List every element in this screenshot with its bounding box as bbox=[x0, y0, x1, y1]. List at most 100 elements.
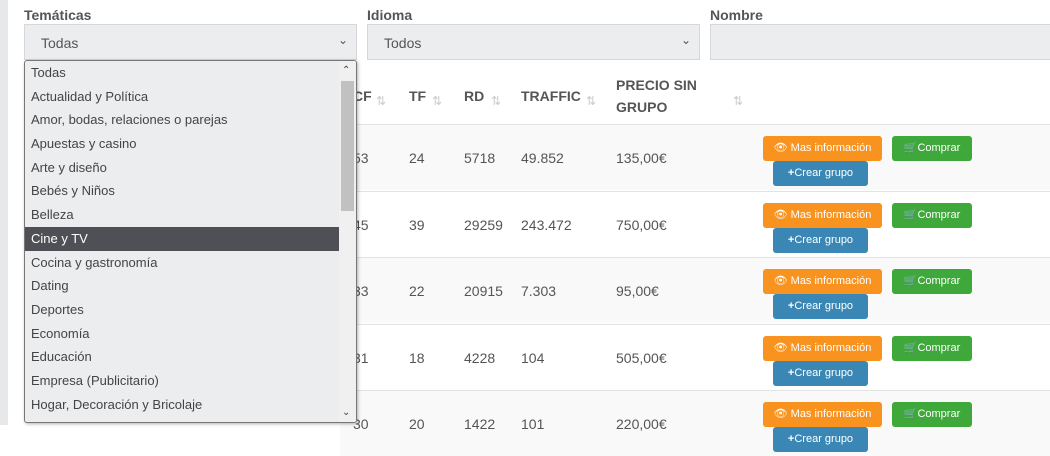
idioma-value: Todos bbox=[384, 35, 422, 51]
button-label: Mas información bbox=[790, 208, 872, 221]
table-row: 33 22 20915 7.303 95,00€ 👁 Mas informaci… bbox=[340, 257, 1050, 323]
table-row: 31 18 4228 104 505,00€ 👁 Mas información… bbox=[340, 323, 1050, 390]
mas-informacion-button[interactable]: 👁 Mas información bbox=[763, 269, 882, 294]
cell-tf: 22 bbox=[409, 283, 425, 299]
idioma-select[interactable]: Todos ⌄ bbox=[367, 24, 700, 60]
crear-grupo-button[interactable]: +Crear grupo bbox=[773, 294, 868, 319]
cell-precio: 505,00€ bbox=[616, 349, 667, 366]
button-label: Crear grupo bbox=[794, 300, 854, 312]
comprar-button[interactable]: 🛒Comprar bbox=[892, 202, 972, 228]
cell-precio: 95,00€ bbox=[616, 283, 659, 299]
header-rd[interactable]: RD bbox=[464, 88, 484, 104]
comprar-button[interactable]: 🛒Comprar bbox=[892, 136, 972, 161]
scrollbar-thumb[interactable] bbox=[341, 81, 354, 211]
sort-icon[interactable]: ⇅ bbox=[733, 94, 743, 108]
dropdown-option[interactable]: Cine y TV bbox=[25, 226, 340, 251]
cart-icon: 🛒 bbox=[903, 275, 918, 287]
chevron-down-icon: ⌄ bbox=[337, 33, 348, 47]
comprar-button[interactable]: 🛒Comprar bbox=[892, 402, 972, 427]
crear-grupo-button[interactable]: +Crear grupo bbox=[773, 360, 868, 386]
button-label: Crear grupo bbox=[794, 167, 854, 179]
cell-traffic: 49.852 bbox=[521, 150, 564, 166]
eye-icon: 👁 bbox=[773, 408, 788, 420]
cell-rd: 5718 bbox=[464, 150, 496, 166]
scroll-down-icon[interactable]: ⌄ bbox=[342, 407, 350, 418]
button-label: Comprar bbox=[917, 142, 961, 154]
cart-icon: 🛒 bbox=[903, 408, 918, 420]
tematicas-dropdown-list[interactable]: Todas Actualidad y Política Amor, bodas, r… bbox=[24, 60, 357, 423]
cell-tf: 20 bbox=[409, 416, 425, 432]
mas-informacion-button[interactable]: 👁 Mas información bbox=[763, 335, 882, 361]
cell-traffic: 104 bbox=[521, 349, 545, 366]
dropdown-option[interactable]: Belleza bbox=[25, 203, 340, 227]
cell-rd: 29259 bbox=[464, 216, 503, 233]
table-row: 30 20 1422 101 220,00€ 👁 Mas información… bbox=[340, 390, 1050, 456]
button-label: Mas información bbox=[790, 142, 872, 154]
dropdown-option[interactable]: Educación bbox=[25, 345, 340, 369]
button-label: Mas información bbox=[790, 341, 872, 354]
dropdown-option[interactable]: Cocina y gastronomía bbox=[25, 251, 340, 275]
cell-traffic: 243.472 bbox=[521, 216, 572, 233]
table-row: 45 39 29259 243.472 750,00€ 👁 Mas inform… bbox=[340, 190, 1050, 257]
eye-icon: 👁 bbox=[773, 341, 788, 354]
button-label: Crear grupo bbox=[794, 233, 854, 246]
eye-icon: 👁 bbox=[773, 275, 788, 287]
scrollbar[interactable]: ⌃ ⌄ bbox=[339, 61, 356, 422]
dropdown-option[interactable]: Economía bbox=[25, 322, 340, 346]
cart-icon: 🛒 bbox=[903, 341, 918, 354]
button-label: Comprar bbox=[917, 408, 961, 420]
mas-informacion-button[interactable]: 👁 Mas información bbox=[763, 136, 882, 161]
scroll-up-icon[interactable]: ⌃ bbox=[342, 65, 350, 76]
header-precio-2[interactable]: GRUPO bbox=[616, 99, 667, 115]
header-precio-1[interactable]: PRECIO SIN bbox=[616, 77, 697, 93]
cell-traffic: 7.303 bbox=[521, 283, 557, 299]
cell-precio: 750,00€ bbox=[616, 216, 667, 233]
dropdown-option[interactable]: Arte y diseño bbox=[25, 156, 340, 180]
table-row: 53 24 5718 49.852 135,00€ 👁 Mas informac… bbox=[340, 124, 1050, 190]
crear-grupo-button[interactable]: +Crear grupo bbox=[773, 227, 868, 253]
nombre-input[interactable] bbox=[710, 24, 1050, 60]
cell-tf: 24 bbox=[409, 150, 425, 166]
dropdown-option[interactable]: Dating bbox=[25, 274, 340, 298]
crear-grupo-button[interactable]: +Crear grupo bbox=[773, 161, 868, 186]
button-label: Mas información bbox=[790, 275, 872, 287]
dropdown-option[interactable]: Amor, bodas, relaciones o parejas bbox=[25, 108, 340, 132]
left-border bbox=[0, 0, 8, 425]
dropdown-option[interactable]: Apuestas y casino bbox=[25, 132, 340, 156]
header-traffic[interactable]: TRAFFIC bbox=[521, 88, 581, 104]
cell-rd: 4228 bbox=[464, 349, 496, 366]
dropdown-option[interactable]: Bebés y Niños bbox=[25, 179, 340, 203]
button-label: Mas información bbox=[790, 408, 872, 420]
button-label: Comprar bbox=[917, 208, 961, 221]
dropdown-option[interactable]: Todas bbox=[25, 61, 340, 85]
dropdown-option[interactable]: Deportes bbox=[25, 298, 340, 322]
sort-icon[interactable]: ⇅ bbox=[376, 94, 386, 108]
comprar-button[interactable]: 🛒Comprar bbox=[892, 269, 972, 294]
cell-precio: 135,00€ bbox=[616, 150, 667, 166]
dropdown-option[interactable]: Actualidad y Política bbox=[25, 85, 340, 109]
chevron-down-icon: ⌄ bbox=[680, 33, 691, 47]
nombre-label: Nombre bbox=[710, 7, 763, 23]
tematicas-label: Temáticas bbox=[24, 7, 92, 23]
sort-icon[interactable]: ⇅ bbox=[432, 94, 442, 108]
crear-grupo-button[interactable]: +Crear grupo bbox=[773, 427, 868, 452]
dropdown-option[interactable]: Hogar, Decoración y Bricolaje bbox=[25, 393, 340, 417]
mas-informacion-button[interactable]: 👁 Mas información bbox=[763, 202, 882, 228]
eye-icon: 👁 bbox=[773, 208, 788, 221]
header-tf[interactable]: TF bbox=[409, 88, 426, 104]
cell-precio: 220,00€ bbox=[616, 416, 667, 432]
cell-rd: 1422 bbox=[464, 416, 496, 432]
comprar-button[interactable]: 🛒Comprar bbox=[892, 335, 972, 361]
tematicas-select[interactable]: Todas ⌄ bbox=[24, 24, 357, 60]
eye-icon: 👁 bbox=[773, 142, 788, 154]
sort-icon[interactable]: ⇅ bbox=[491, 94, 501, 108]
button-label: Comprar bbox=[917, 341, 961, 354]
button-label: Crear grupo bbox=[794, 433, 854, 445]
sort-icon[interactable]: ⇅ bbox=[586, 94, 596, 108]
dropdown-option[interactable]: Empresa (Publicitario) bbox=[25, 369, 340, 393]
button-label: Crear grupo bbox=[794, 366, 854, 379]
button-label: Comprar bbox=[917, 275, 961, 287]
cell-tf: 18 bbox=[409, 349, 425, 366]
cell-tf: 39 bbox=[409, 216, 425, 233]
mas-informacion-button[interactable]: 👁 Mas información bbox=[763, 402, 882, 427]
